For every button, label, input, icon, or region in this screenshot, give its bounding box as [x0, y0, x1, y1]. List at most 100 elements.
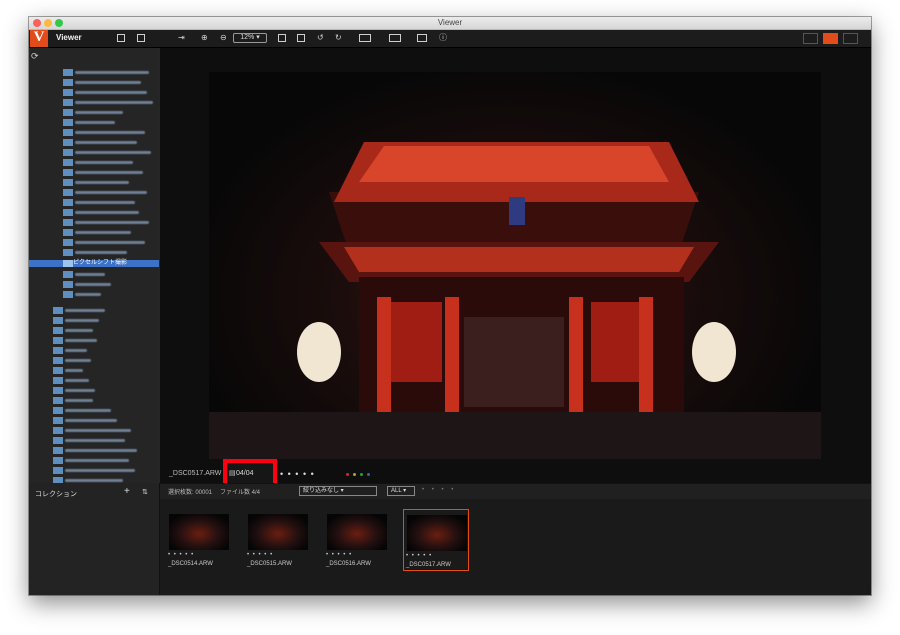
tree-item[interactable] [63, 239, 153, 246]
tree-item[interactable] [53, 397, 153, 404]
rotate-right-icon[interactable]: ↻ [335, 33, 342, 43]
collection-panel: コレクション + ⇅ [29, 483, 160, 595]
color-label-green[interactable] [360, 473, 363, 476]
tree-item[interactable] [63, 249, 153, 256]
tree-item[interactable] [63, 199, 153, 206]
group-counter: 04/04 [236, 470, 254, 477]
tree-item[interactable] [63, 109, 153, 116]
tree-item[interactable] [63, 69, 153, 76]
shrine-gate-photo [209, 142, 821, 459]
tree-item[interactable] [63, 99, 153, 106]
tree-item[interactable] [63, 271, 153, 278]
rating-dots[interactable]: • • • • • [280, 469, 315, 479]
tree-item[interactable] [53, 357, 153, 364]
tree-item[interactable] [53, 427, 153, 434]
tree-item[interactable] [63, 149, 153, 156]
image-icon[interactable] [417, 34, 427, 42]
sort-icon[interactable]: ⇅ [142, 488, 148, 496]
thumbnail-name: _DSC0517.ARW [406, 562, 451, 568]
color-label-red[interactable] [346, 473, 349, 476]
color-label-blue[interactable] [367, 473, 370, 476]
tree-item[interactable] [63, 179, 153, 186]
filmstrip-toolbar: 選択枚数: 00001 ファイル数 4/4 絞り込みなし ▾ ALL ▾ • •… [160, 483, 871, 499]
fit-icon[interactable] [278, 34, 286, 42]
app-name: Viewer [56, 33, 82, 42]
info-icon[interactable]: ⓘ [439, 33, 447, 43]
tree-item[interactable] [63, 209, 153, 216]
tree-item[interactable] [53, 457, 153, 464]
zoom-in-icon[interactable]: ⊕ [201, 33, 208, 43]
zoom-out-icon[interactable]: ⊖ [220, 33, 227, 43]
image-info-bar: _DSC0517.ARW ▤ 04/04 • • • • • [160, 459, 871, 487]
tree-item[interactable] [53, 417, 153, 424]
tree-item[interactable] [53, 387, 153, 394]
tree-item[interactable] [53, 327, 153, 334]
tree-item[interactable] [53, 367, 153, 374]
viewer-mode-button[interactable] [823, 33, 838, 44]
thumbnail[interactable]: • • • • • _DSC0514.ARW [166, 509, 232, 571]
tree-item[interactable] [63, 169, 153, 176]
switch-remote-icon[interactable] [137, 34, 145, 42]
tree-item[interactable] [53, 347, 153, 354]
tree-item[interactable] [63, 129, 153, 136]
thumbnail[interactable]: • • • • • _DSC0515.ARW [245, 509, 311, 571]
stack-icon: ▤ [229, 470, 236, 477]
current-filename: _DSC0517.ARW [169, 470, 222, 477]
actual-size-icon[interactable] [297, 34, 305, 42]
collection-title: コレクション [35, 491, 77, 498]
tree-item[interactable] [53, 307, 153, 314]
tree-item[interactable] [63, 89, 153, 96]
tree-item[interactable] [63, 159, 153, 166]
zoom-select[interactable]: 12% ▾ [233, 33, 267, 43]
tree-item[interactable] [53, 467, 153, 474]
grid-view-button[interactable] [803, 33, 818, 44]
filmstrip: • • • • • _DSC0514.ARW • • • • • _DSC0515.… [160, 499, 871, 595]
selected-folder-label: ピクセルシフト撮影 [73, 260, 128, 266]
preview-image [209, 72, 821, 459]
filter-value: 絞り込みなし [303, 488, 340, 494]
file-count: ファイル数 4/4 [220, 490, 261, 496]
add-icon[interactable]: + [124, 486, 130, 497]
tree-item[interactable] [63, 79, 153, 86]
rating-filter-select[interactable]: ALL ▾ [387, 486, 415, 496]
tree-item[interactable] [63, 229, 153, 236]
thumbnail-name: _DSC0516.ARW [326, 561, 371, 567]
tree-item[interactable] [53, 447, 153, 454]
color-filter-dots[interactable]: • • • • [422, 487, 456, 493]
tree-item[interactable] [53, 337, 153, 344]
tree-item[interactable] [63, 189, 153, 196]
folder-tree-sidebar: ⟳ ピクセルシフト撮影 [29, 48, 159, 484]
tree-item[interactable] [63, 219, 153, 226]
thumbnail-name: _DSC0514.ARW [168, 561, 213, 567]
tree-item[interactable] [63, 291, 153, 298]
rotate-left-icon[interactable]: ↺ [317, 33, 324, 43]
grid-overlay-icon[interactable] [359, 34, 371, 42]
app-window: Viewer V Viewer ⇥ ⊕ ⊖ 12% ▾ ↺ ↻ ⓘ ⟳ ピクセル… [29, 17, 871, 595]
tree-item-selected[interactable]: ピクセルシフト撮影 [29, 260, 159, 267]
color-label-yellow[interactable] [353, 473, 356, 476]
selected-count: 選択枚数: 00001 [168, 490, 213, 496]
tree-item[interactable] [63, 119, 153, 126]
tree-item[interactable] [53, 407, 153, 414]
image-viewer: _DSC0517.ARW ▤ 04/04 • • • • • [160, 48, 871, 487]
rating-filter-value: ALL [391, 488, 402, 494]
tree-item[interactable] [53, 377, 153, 384]
export-icon[interactable]: ⇥ [178, 33, 185, 43]
app-logo: V [30, 29, 48, 47]
toolbar: V Viewer ⇥ ⊕ ⊖ 12% ▾ ↺ ↻ ⓘ [29, 29, 871, 48]
tree-item[interactable] [53, 317, 153, 324]
zoom-value: 12% [240, 34, 255, 41]
switch-edit-icon[interactable] [117, 34, 125, 42]
thumbnail[interactable]: • • • • • _DSC0516.ARW [324, 509, 390, 571]
compare-view-button[interactable] [843, 33, 858, 44]
thumbnail-current[interactable]: • • • • • _DSC0517.ARW [403, 509, 469, 571]
title-bar: Viewer [29, 17, 871, 30]
filter-select[interactable]: 絞り込みなし ▾ [299, 486, 377, 496]
refresh-icon[interactable]: ⟳ [31, 51, 39, 62]
tree-item[interactable] [63, 139, 153, 146]
tree-item[interactable] [63, 281, 153, 288]
thumbnail-name: _DSC0515.ARW [247, 561, 292, 567]
window-title: Viewer [437, 18, 463, 27]
display-mode-icon[interactable] [389, 34, 401, 42]
tree-item[interactable] [53, 437, 153, 444]
